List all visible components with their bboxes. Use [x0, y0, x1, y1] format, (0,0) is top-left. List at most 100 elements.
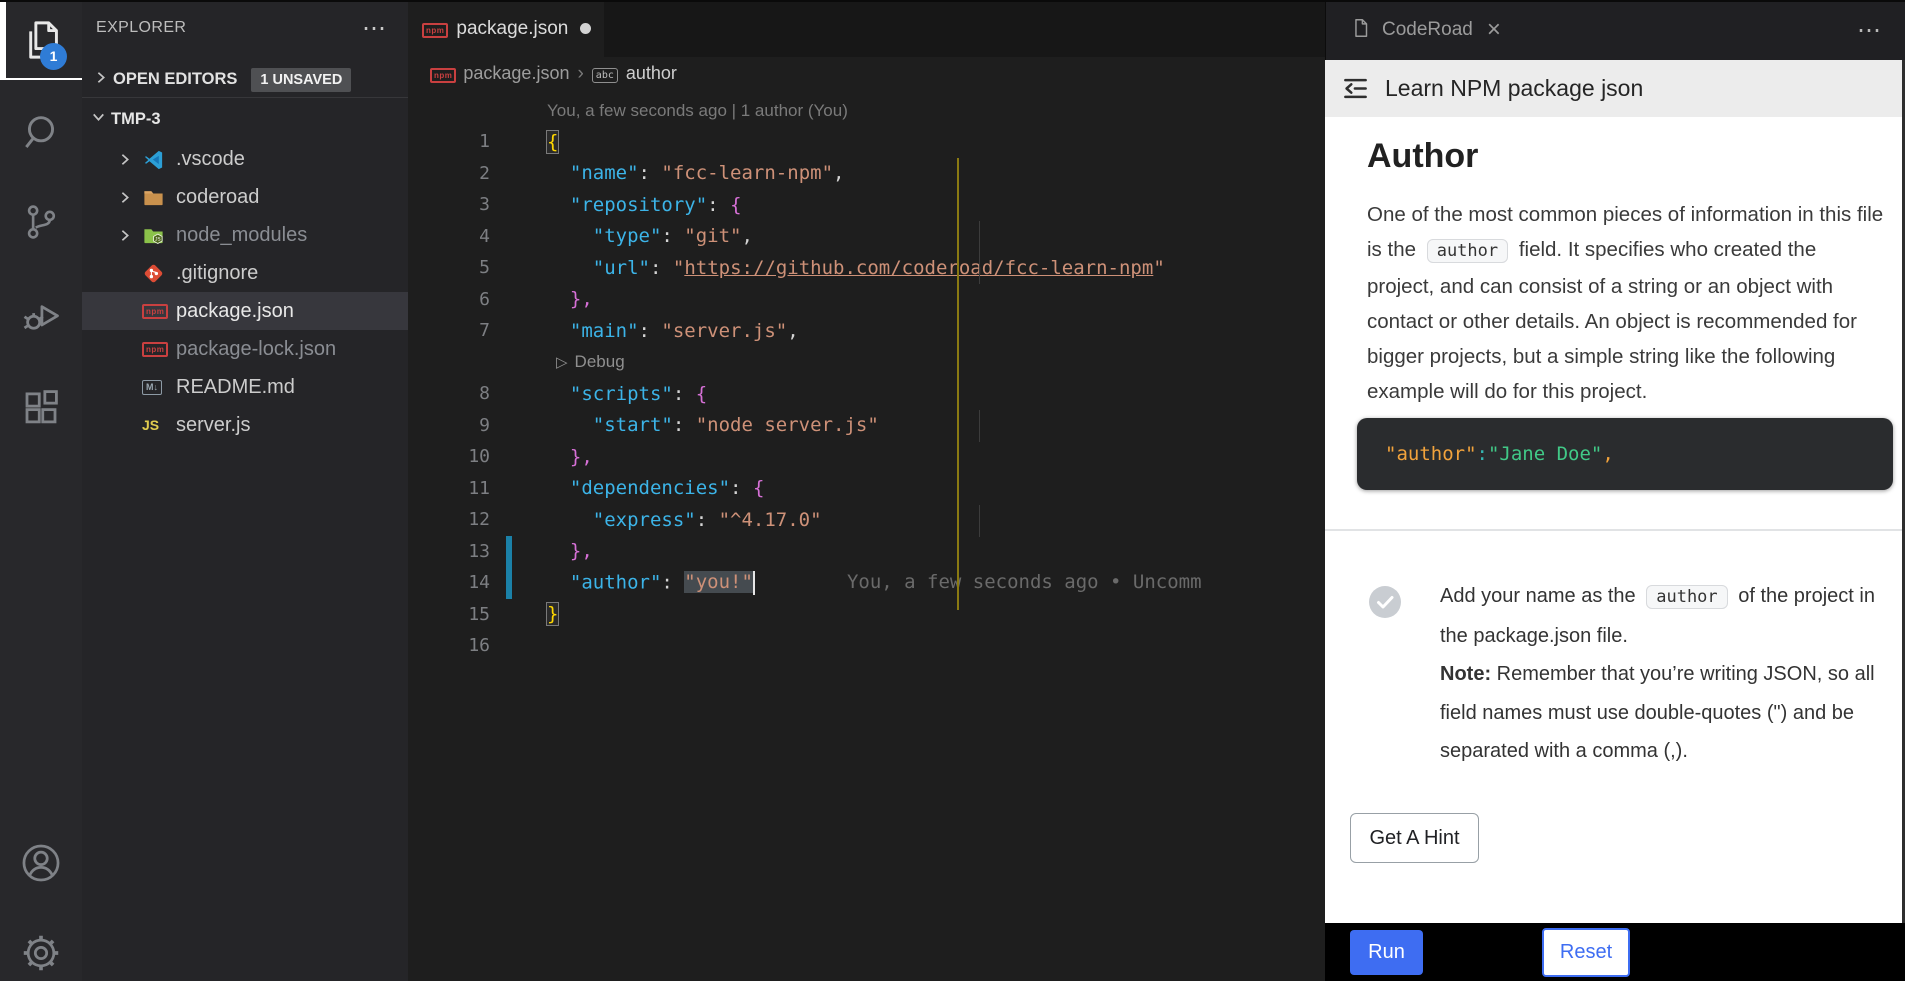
code-text: "express": "^4.17.0"	[547, 509, 822, 531]
line-number: 14	[408, 572, 490, 593]
code-text: "start": "node server.js"	[547, 414, 879, 436]
settings-icon	[19, 931, 63, 980]
activity-item-search[interactable]	[0, 105, 82, 163]
activity-item-run-debug[interactable]	[0, 287, 82, 345]
code-line-13[interactable]: 13 },	[408, 536, 1325, 568]
indent-guide	[979, 505, 980, 537]
explorer-sidebar: EXPLORER ⋯ OPEN EDITORS 1 UNSAVED TMP-3 …	[82, 0, 408, 981]
sidebar-item-readme-md[interactable]: M↓README.md	[82, 368, 408, 406]
folder-icon	[142, 186, 168, 209]
tab-package-json[interactable]: npm package.json	[408, 0, 604, 57]
code-line-6[interactable]: 6 },	[408, 284, 1325, 316]
activity-bar: 1	[0, 0, 82, 981]
code-text: "name": "fcc-learn-npm",	[547, 162, 844, 184]
line-number: 5	[408, 257, 490, 278]
chevron-right-icon[interactable]	[116, 227, 142, 244]
npm-icon: npm	[142, 304, 168, 319]
activity-item-source-control[interactable]	[0, 195, 82, 253]
panel-more-actions-icon[interactable]: ⋯	[1857, 16, 1881, 45]
sidebar-item--vscode[interactable]: .vscode	[82, 140, 408, 178]
line-number: 1	[408, 131, 490, 152]
text-run: Remember that you’re writing JSON, so al…	[1440, 663, 1875, 762]
window-edge-highlight	[0, 78, 82, 80]
close-icon[interactable]: ×	[1487, 16, 1501, 44]
tab-coderoad[interactable]: CodeRoad ×	[1326, 16, 1501, 44]
gutter	[490, 536, 547, 568]
unsaved-dot-icon[interactable]	[580, 23, 591, 34]
code-line-9[interactable]: 9 "start": "node server.js"	[408, 410, 1325, 442]
code-line-12[interactable]: 12 "express": "^4.17.0"	[408, 504, 1325, 536]
project-root-row[interactable]: TMP-3	[82, 100, 408, 138]
open-editors-label: OPEN EDITORS	[113, 70, 237, 89]
code-line-11[interactable]: 11 "dependencies": {	[408, 473, 1325, 505]
code-editor[interactable]: 1{2 "name": "fcc-learn-npm",3 "repositor…	[408, 126, 1325, 662]
sidebar-item-coderoad[interactable]: coderoad	[82, 178, 408, 216]
activity-item-settings[interactable]	[0, 926, 82, 981]
gutter	[490, 473, 547, 505]
sidebar-item-server-js[interactable]: JS server.js	[82, 406, 408, 444]
sidebar-item-package-lock-json[interactable]: npmpackage-lock.json	[82, 330, 408, 368]
sidebar-item-node-modules[interactable]: JSnode_modules	[82, 216, 408, 254]
codelens-debug[interactable]: ▷Debug	[408, 347, 1325, 379]
chevron-right-icon[interactable]	[116, 151, 142, 168]
get-hint-button[interactable]: Get A Hint	[1350, 813, 1479, 863]
sidebar-more-actions-icon[interactable]: ⋯	[362, 14, 386, 43]
reset-button[interactable]: Reset	[1542, 928, 1630, 977]
line-number: 12	[408, 509, 490, 530]
gutter	[490, 378, 547, 410]
folder-npm-icon: JS	[142, 224, 168, 247]
code-line-14[interactable]: 14 "author": "you!"You, a few seconds ag…	[408, 567, 1325, 599]
file-label: server.js	[176, 414, 250, 437]
code-line-4[interactable]: 4 "type": "git",	[408, 221, 1325, 253]
file-label: README.md	[176, 376, 295, 399]
code-text: "type": "git",	[547, 225, 753, 247]
code-text: "scripts": {	[547, 383, 707, 405]
chevron-right-icon[interactable]	[116, 189, 142, 206]
file-icon	[1350, 17, 1372, 44]
vscode-window: 1 EXPLORER ⋯ OPEN EDITORS 1 UNSAVED TMP-…	[0, 0, 1905, 981]
activity-item-extensions[interactable]	[0, 380, 82, 438]
code-line-1[interactable]: 1{	[408, 126, 1325, 158]
file-label: .vscode	[176, 148, 245, 171]
editor-tab-strip: npm package.json	[408, 0, 1325, 57]
activity-item-explorer[interactable]: 1	[0, 13, 82, 71]
inline-code-chip: author	[1646, 585, 1727, 609]
code-line-16[interactable]: 16	[408, 630, 1325, 662]
modified-line-marker	[506, 536, 512, 568]
project-root-label: TMP-3	[111, 110, 161, 129]
inline-code-chip: author	[1427, 239, 1508, 263]
code-line-8[interactable]: 8 "scripts": {	[408, 378, 1325, 410]
code-line-7[interactable]: 7 "main": "server.js",	[408, 315, 1325, 347]
lesson-paragraph: One of the most common pieces of informa…	[1367, 197, 1885, 409]
breadcrumb-symbol[interactable]: author	[626, 63, 677, 84]
text-run: Note:	[1440, 663, 1491, 685]
code-line-10[interactable]: 10 },	[408, 441, 1325, 473]
gutter	[490, 252, 547, 284]
js-icon: JS	[142, 417, 168, 433]
divider	[1325, 529, 1905, 531]
task-text: Add your name as the author of the proje…	[1440, 577, 1898, 771]
activity-item-account[interactable]	[0, 836, 82, 894]
code-text: },	[547, 540, 593, 562]
file-label: package.json	[176, 300, 294, 323]
run-button[interactable]: Run	[1350, 930, 1423, 975]
tab-label: package.json	[456, 18, 568, 40]
sidebar-title: EXPLORER	[96, 19, 186, 37]
play-outline-icon: ▷	[556, 353, 568, 371]
line-number: 10	[408, 446, 490, 467]
gutter	[490, 441, 547, 473]
npm-icon: npm	[142, 342, 168, 357]
sidebar-item--gitignore[interactable]: .gitignore	[82, 254, 408, 292]
code-line-2[interactable]: 2 "name": "fcc-learn-npm",	[408, 158, 1325, 190]
code-line-3[interactable]: 3 "repository": {	[408, 189, 1325, 221]
file-tree: .vscodecoderoadJSnode_modules.gitignoren…	[82, 140, 408, 444]
code-line-5[interactable]: 5 "url": "https://github.com/coderoad/fc…	[408, 252, 1325, 284]
breadcrumb-file[interactable]: package.json	[463, 63, 569, 84]
modified-line-marker	[506, 567, 512, 599]
menu-back-icon[interactable]	[1340, 73, 1371, 104]
check-circle-icon	[1368, 585, 1402, 624]
open-editors-row[interactable]: OPEN EDITORS 1 UNSAVED	[82, 62, 408, 98]
gutter	[490, 410, 547, 442]
sidebar-item-package-json[interactable]: npm package.json	[82, 292, 408, 330]
code-line-15[interactable]: 15}	[408, 599, 1325, 631]
